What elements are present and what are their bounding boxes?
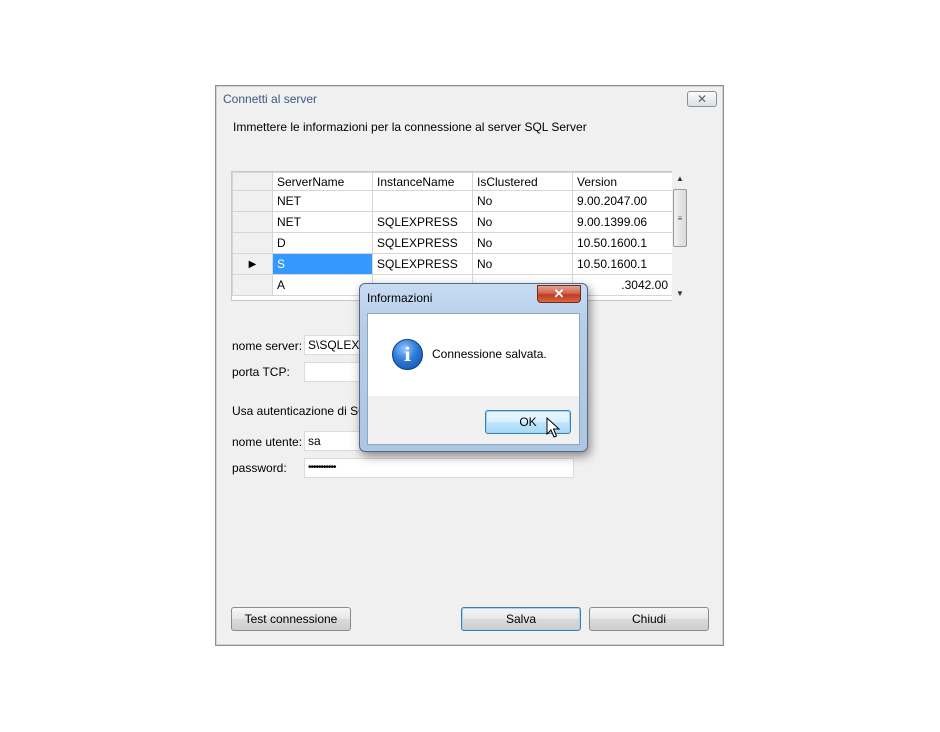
column-header-instancename[interactable]: InstanceName [372,172,473,191]
row-indicator[interactable] [232,274,273,296]
table-row-selected[interactable]: ▶ S SQLEXPRESS No 10.50.1600.1 [232,253,673,275]
password-input[interactable]: ••••••••••• [304,458,574,478]
test-connection-button[interactable]: Test connessione [231,607,351,631]
grid-vertical-scrollbar[interactable]: ▲ ≡ ▼ [672,171,689,301]
message-box-content: i Connessione salvata. [368,314,579,396]
close-button[interactable]: Chiudi [589,607,709,631]
message-box-title: Informazioni [367,291,433,305]
close-icon: ✕ [696,92,708,106]
grid-corner-cell [232,172,273,191]
sql-auth-label: Usa autenticazione di SQL [232,404,375,418]
window-title: Connetti al server [223,92,318,106]
row-indicator[interactable] [232,232,273,254]
server-name-label: nome server: [232,339,303,353]
grid-header-row: ServerName InstanceName IsClustered Vers… [232,172,673,191]
table-row[interactable]: NET SQLEXPRESS No 9.00.1399.06 [232,211,673,233]
message-box-close-button[interactable]: ✕ [537,285,581,303]
table-row[interactable]: NET No 9.00.2047.00 [232,190,673,212]
cell-isclustered[interactable]: No [472,211,573,233]
cell-isclustered[interactable]: No [472,232,573,254]
table-row[interactable]: D SQLEXPRESS No 10.50.1600.1 [232,232,673,254]
intro-text: Immettere le informazioni per la conness… [233,120,587,134]
row-indicator[interactable] [232,190,273,212]
column-header-isclustered[interactable]: IsClustered [472,172,573,191]
cell-version[interactable]: 9.00.2047.00 [572,190,673,212]
cell-servername[interactable]: D [272,232,373,254]
save-button[interactable]: Salva [461,607,581,631]
password-label: password: [232,461,287,475]
column-header-version[interactable]: Version [572,172,673,191]
window-close-button[interactable]: ✕ [687,91,717,107]
cell-servername[interactable]: A [272,274,373,296]
scroll-down-arrow-icon[interactable]: ▼ [676,289,684,298]
message-text: Connessione salvata. [432,347,547,361]
cell-isclustered[interactable]: No [472,253,573,275]
close-icon: ✕ [553,286,565,301]
cell-version[interactable]: 9.00.1399.06 [572,211,673,233]
cell-instancename[interactable] [372,190,473,212]
tcp-port-label: porta TCP: [232,365,290,379]
cell-instancename[interactable]: SQLEXPRESS [372,232,473,254]
cell-servername[interactable]: NET [272,211,373,233]
cell-instancename[interactable]: SQLEXPRESS [372,211,473,233]
column-header-servername[interactable]: ServerName [272,172,373,191]
cell-isclustered[interactable]: No [472,190,573,212]
mouse-pointer-icon [546,417,560,438]
row-indicator[interactable] [232,211,273,233]
scroll-up-arrow-icon[interactable]: ▲ [676,174,684,183]
cell-version[interactable]: 10.50.1600.1 [572,253,673,275]
scroll-thumb[interactable]: ≡ [673,189,687,247]
username-label: nome utente: [232,435,303,449]
current-row-indicator-icon[interactable]: ▶ [232,253,273,275]
servers-grid[interactable]: ServerName InstanceName IsClustered Vers… [231,171,685,301]
cell-instancename[interactable]: SQLEXPRESS [372,253,473,275]
cell-servername[interactable]: NET [272,190,373,212]
info-icon: i [392,339,423,370]
cell-servername[interactable]: S [272,253,373,275]
cell-version[interactable]: 10.50.1600.1 [572,232,673,254]
